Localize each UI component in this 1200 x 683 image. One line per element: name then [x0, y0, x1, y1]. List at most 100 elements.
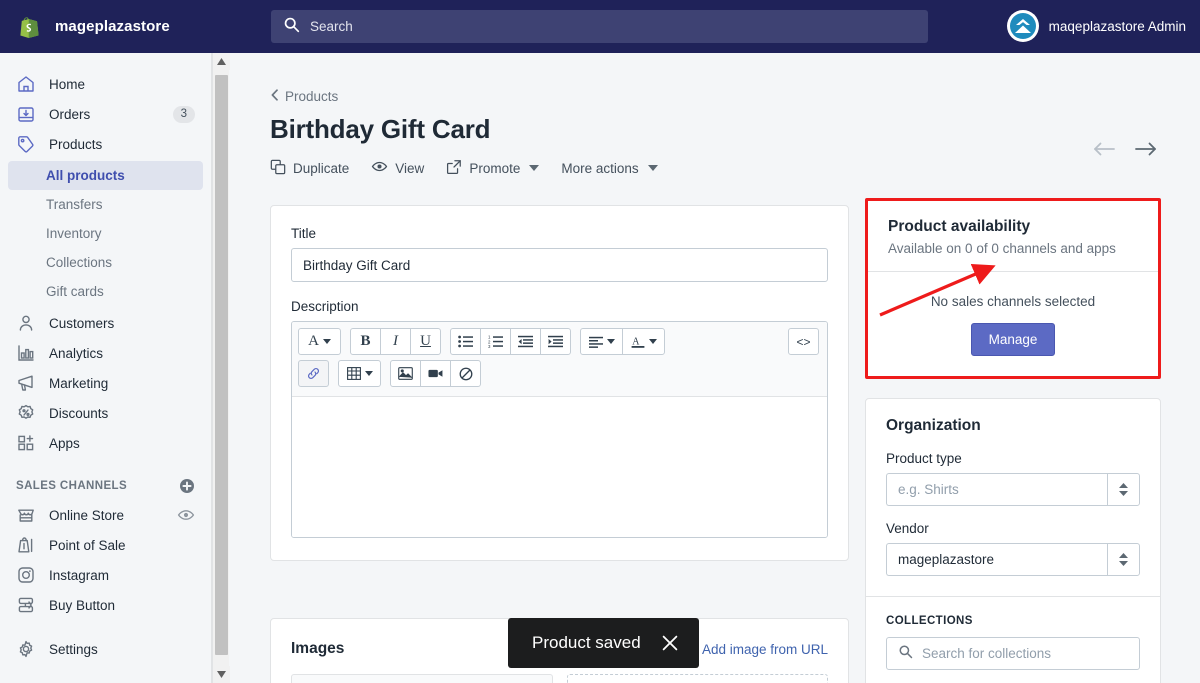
sidebar-item-analytics[interactable]: Analytics: [8, 338, 203, 368]
sidebar-item-buy-button[interactable]: Buy Button: [8, 590, 203, 620]
description-textarea[interactable]: [292, 397, 827, 537]
close-icon[interactable]: [661, 634, 679, 652]
align-icon[interactable]: [580, 328, 623, 355]
availability-header: Product availability Available on 0 of 0…: [868, 201, 1158, 272]
sidebar-item-orders[interactable]: Orders 3: [8, 99, 203, 129]
action-label: More actions: [561, 160, 639, 176]
sidebar-item-home[interactable]: Home: [8, 69, 203, 99]
gear-icon: [16, 639, 36, 659]
add-images-dropzone[interactable]: Add images: [567, 674, 828, 683]
product-type-stepper[interactable]: [1107, 473, 1140, 506]
action-label: Duplicate: [293, 160, 350, 176]
text-color-icon[interactable]: A: [622, 328, 665, 355]
apps-grid-plus-icon: [16, 433, 36, 453]
availability-heading: Product availability: [888, 218, 1031, 235]
plus-circle-icon[interactable]: [179, 478, 195, 494]
right-column: Product availability Available on 0 of 0…: [865, 198, 1161, 683]
arrow-left-icon[interactable]: [1092, 137, 1116, 161]
buy-button-icon: [16, 595, 36, 615]
sidebar-item-apps[interactable]: Apps: [8, 428, 203, 458]
description-field-label: Description: [291, 299, 359, 314]
code-view-button[interactable]: <>: [788, 328, 819, 355]
main-content: Products Birthday Gift Card Duplicate Vi…: [230, 53, 1200, 683]
sales-channels-heading-row: SALES CHANNELS: [16, 478, 195, 494]
collections-search-input[interactable]: Search for collections: [886, 637, 1140, 670]
product-type-input[interactable]: [886, 473, 1107, 506]
instagram-icon: [16, 565, 36, 585]
point-of-sale-icon: [16, 535, 36, 555]
scrollbar-thumb[interactable]: [215, 75, 228, 655]
italic-icon[interactable]: I: [380, 328, 411, 355]
sidebar-item-transfers[interactable]: Transfers: [8, 190, 203, 219]
sidebar-item-label: Products: [49, 136, 103, 152]
view-button[interactable]: View: [371, 158, 424, 178]
insert-image-icon[interactable]: [390, 360, 421, 387]
manage-button[interactable]: Manage: [970, 323, 1056, 356]
sidebar-item-label: Settings: [49, 641, 98, 657]
svg-text:3: 3: [488, 344, 491, 348]
no-channels-note: No sales channels selected: [930, 294, 1096, 309]
sidebar-item-gift-cards[interactable]: Gift cards: [8, 277, 203, 306]
sidebar-item-label: Apps: [49, 435, 80, 451]
sub-item-label: Gift cards: [46, 284, 104, 299]
title-input[interactable]: [291, 248, 828, 282]
clear-formatting-icon[interactable]: [450, 360, 481, 387]
duplicate-button[interactable]: Duplicate: [270, 159, 349, 178]
indent-icon[interactable]: [540, 328, 571, 355]
account-avatar-icon: [1006, 10, 1039, 42]
table-icon[interactable]: [338, 360, 381, 387]
bulleted-list-icon[interactable]: [450, 328, 481, 355]
sidebar-scrollbar[interactable]: [212, 53, 230, 683]
sidebar-item-online-store[interactable]: Online Store: [8, 500, 203, 530]
eye-icon[interactable]: [177, 506, 195, 524]
marketing-megaphone-icon: [16, 373, 36, 393]
sidebar-item-products[interactable]: Products: [8, 129, 203, 159]
collections-section: COLLECTIONS Search for collections: [866, 597, 1160, 683]
sidebar-item-label: Online Store: [49, 507, 125, 523]
action-label: View: [395, 160, 425, 176]
sidebar-item-collections[interactable]: Collections: [8, 248, 203, 277]
text-format-group: B I U: [350, 328, 441, 355]
sidebar-item-point-of-sale[interactable]: Point of Sale: [8, 530, 203, 560]
products-tag-icon: [16, 134, 36, 154]
vendor-input[interactable]: [886, 543, 1107, 576]
chevron-left-icon: [270, 89, 280, 104]
account-name: maqeplazastore Admin: [1048, 18, 1186, 34]
sidebar-item-instagram[interactable]: Instagram: [8, 560, 203, 590]
promote-button[interactable]: Promote: [446, 159, 540, 178]
sidebar-item-label: Customers: [49, 315, 115, 331]
brand-area[interactable]: mageplazastore: [0, 13, 230, 41]
global-search-input[interactable]: Search: [271, 10, 928, 43]
sidebar-item-discounts[interactable]: Discounts: [8, 398, 203, 428]
sidebar-item-inventory[interactable]: Inventory: [8, 219, 203, 248]
more-actions-button[interactable]: More actions: [561, 160, 658, 176]
table-group: [338, 360, 381, 387]
arrow-right-icon[interactable]: [1134, 137, 1158, 161]
sidebar-item-marketing[interactable]: Marketing: [8, 368, 203, 398]
scroll-down-arrow-icon[interactable]: [213, 666, 230, 683]
numbered-list-icon[interactable]: 123: [480, 328, 511, 355]
orders-count-badge: 3: [172, 105, 195, 123]
font-style-icon[interactable]: A: [298, 328, 341, 355]
outdent-icon[interactable]: [510, 328, 541, 355]
organization-body: Organization Product type Vendor: [866, 399, 1160, 596]
sub-item-label: All products: [46, 168, 125, 183]
underline-icon[interactable]: U: [410, 328, 441, 355]
scroll-up-arrow-icon[interactable]: [213, 53, 230, 70]
editor-toolbar: A B I U 123 A <>: [292, 322, 827, 397]
vendor-stepper[interactable]: [1107, 543, 1140, 576]
sidebar-item-all-products[interactable]: All products: [8, 161, 203, 190]
list-indent-group: 123: [450, 328, 571, 355]
sidebar-item-settings[interactable]: Settings: [8, 634, 203, 664]
collections-search-placeholder: Search for collections: [922, 646, 1052, 661]
insert-video-icon[interactable]: [420, 360, 451, 387]
bold-icon[interactable]: B: [350, 328, 381, 355]
sidebar-item-label: Instagram: [49, 567, 110, 583]
sidebar-item-customers[interactable]: Customers: [8, 308, 203, 338]
link-icon[interactable]: [298, 360, 329, 387]
add-image-from-url-link[interactable]: Add image from URL: [702, 642, 828, 657]
media-group: [390, 360, 481, 387]
breadcrumb[interactable]: Products: [270, 89, 338, 104]
account-menu[interactable]: maqeplazastore Admin: [1006, 10, 1186, 42]
image-thumbnail[interactable]: [291, 674, 553, 683]
